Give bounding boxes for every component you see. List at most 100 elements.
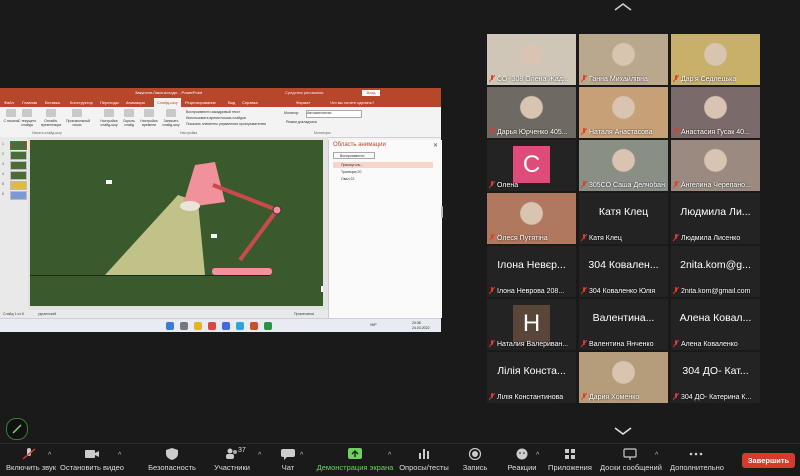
participant-tile[interactable]: Дар'я Седлецька — [671, 34, 760, 85]
presenter-view-checkbox[interactable]: Режим докладчика — [286, 120, 317, 124]
participant-tile[interactable]: 305СО Саша Делчобан — [579, 140, 668, 191]
ppt-tab-active[interactable]: Слайд-шоу — [154, 98, 181, 107]
play-start-icon[interactable] — [6, 109, 16, 117]
ppt-tab[interactable]: Вид — [228, 98, 235, 107]
page-down-arrow-icon[interactable] — [613, 426, 633, 436]
option-media-controls[interactable]: Показать элементы управления проигрывате… — [186, 122, 266, 126]
participant-tile[interactable]: 2nita.kom@g... 2nita.kom@gmail.com — [671, 246, 760, 297]
stop-video-button[interactable]: Остановить видео — [60, 448, 124, 472]
chevron-up-icon[interactable]: ^ — [118, 452, 121, 459]
chevron-up-icon[interactable]: ^ — [536, 452, 539, 459]
slide-thumb[interactable] — [10, 151, 27, 160]
share-screen-button[interactable]: Демонстрация экрана — [316, 448, 394, 472]
participant-tile[interactable]: Олеся Путятіна — [487, 193, 576, 244]
custom-show-button[interactable]: Произвольный показ — [66, 119, 90, 127]
slide-thumb[interactable] — [10, 161, 27, 170]
chevron-up-icon[interactable]: ^ — [388, 452, 391, 459]
custom-show-icon[interactable] — [72, 109, 82, 117]
close-icon[interactable]: ✕ — [433, 142, 438, 149]
online-icon[interactable] — [46, 109, 56, 117]
participant-tile[interactable]: H Наталия Валериван... — [487, 299, 576, 350]
polls-button[interactable]: Опросы/тесты — [398, 448, 450, 472]
from-current-button[interactable]: С текущего слайда — [16, 119, 38, 127]
slide-thumb[interactable] — [10, 171, 27, 180]
folder-icon[interactable] — [194, 322, 202, 330]
participants-button[interactable]: Участники — [212, 448, 252, 472]
chevron-up-icon[interactable]: ^ — [300, 452, 303, 459]
windows-start-icon[interactable] — [166, 322, 174, 330]
keyboard-language[interactable]: УКР — [370, 323, 377, 327]
powerpoint-icon[interactable] — [250, 322, 258, 330]
ppt-tab[interactable]: Анимация — [126, 98, 145, 107]
participant-tile[interactable]: Людмила Ли... Людмила Лисенко — [671, 193, 760, 244]
participant-tile[interactable]: Ангелина Черепано... — [671, 140, 760, 191]
participant-tile[interactable]: Лілія Конста... Лілія Константинова — [487, 352, 576, 403]
ppt-tab[interactable]: Переходы — [100, 98, 119, 107]
rehearse-icon[interactable] — [144, 109, 154, 117]
chevron-up-icon[interactable]: ^ — [258, 452, 261, 459]
chat-button[interactable]: Чат — [278, 448, 298, 472]
anim-play-button[interactable]: Воспроизвести — [333, 152, 375, 159]
unmute-button[interactable]: Включить звук — [6, 448, 56, 472]
apps-button[interactable]: Приложения — [548, 448, 592, 472]
play-current-icon[interactable] — [22, 109, 32, 117]
setup-icon[interactable] — [104, 109, 114, 117]
hide-slide-button[interactable]: Скрыть слайд — [118, 119, 140, 127]
participant-tile[interactable]: Анастасия Гусак 40... — [671, 87, 760, 138]
page-up-arrow-icon[interactable] — [613, 2, 633, 12]
participant-tile[interactable]: Наталя Анастасова — [579, 87, 668, 138]
participant-tile[interactable]: СО- 308 Олена Жад... — [487, 34, 576, 85]
chevron-up-icon[interactable]: ^ — [48, 452, 51, 459]
ppt-tab[interactable]: Конструктор — [70, 98, 93, 107]
ppt-tab[interactable]: Справка — [242, 98, 258, 107]
app-icon[interactable] — [264, 322, 272, 330]
browser-icon[interactable] — [236, 322, 244, 330]
slide-canvas[interactable] — [30, 140, 323, 306]
slide-thumb[interactable] — [10, 191, 27, 200]
notes-button[interactable]: Примечания — [294, 310, 314, 318]
ppt-tell-me[interactable]: Что вы хотите сделать? — [330, 98, 374, 107]
participant-tile[interactable]: Ілона Невєр... Ілона Неврова 208... — [487, 246, 576, 297]
participant-tile[interactable]: C Олена — [487, 140, 576, 191]
record-icon[interactable] — [166, 109, 176, 117]
anim-item[interactable]: Прямоуголь... — [333, 162, 433, 168]
ppt-tab[interactable]: Файл — [4, 98, 14, 107]
app-icon[interactable] — [208, 322, 216, 330]
ppt-tab[interactable]: Вставка — [45, 98, 60, 107]
security-button[interactable]: Безопасность — [148, 448, 196, 472]
participant-tile[interactable]: 304 Ковален... 304 Коваленко Юлія — [579, 246, 668, 297]
record-button[interactable]: Запись — [460, 448, 490, 472]
participant-tile[interactable]: Валентина... Валентина Янченко — [579, 299, 668, 350]
ppt-tab[interactable]: Главная — [22, 98, 37, 107]
edit-pencil-icon[interactable] — [6, 418, 28, 440]
participant-tile[interactable]: Дарья Юрченко 405... — [487, 87, 576, 138]
online-button[interactable]: Онлайн-презентация — [40, 119, 62, 127]
setup-button[interactable]: Настройка слайд-шоу — [98, 119, 120, 127]
anim-item[interactable]: Трапеция 20 — [333, 169, 433, 175]
option-timings[interactable]: Использовать время показа слайдов — [186, 116, 246, 120]
anim-item[interactable]: Овал 22 — [333, 176, 433, 182]
participant-tile[interactable]: Дария Хоменко — [579, 352, 668, 403]
split-view-divider[interactable] — [441, 206, 443, 218]
more-button[interactable]: Дополнительно — [670, 448, 724, 472]
monitor-select[interactable]: Автоматически — [306, 110, 362, 118]
ppt-tab[interactable]: Рецензирование — [185, 98, 216, 107]
slide-thumb[interactable] — [10, 181, 27, 190]
participant-tile[interactable]: Алена Ковал... Алена Коваленко — [671, 299, 760, 350]
slide-thumb[interactable] — [10, 141, 27, 150]
reactions-button[interactable]: Реакции — [506, 448, 538, 472]
participant-tile[interactable]: Катя Клец Катя Клец — [579, 193, 668, 244]
search-icon[interactable] — [180, 322, 188, 330]
app-icon[interactable] — [222, 322, 230, 330]
ppt-tab[interactable]: Формат — [296, 98, 310, 107]
whiteboard-button[interactable]: Доски сообщений — [600, 448, 662, 472]
record-slideshow-button[interactable]: Записать слайд-шоу — [160, 119, 182, 127]
rehearse-button[interactable]: Настройка времени — [138, 119, 160, 127]
hide-slide-icon[interactable] — [124, 109, 134, 117]
participant-tile[interactable]: 304 ДО- Кат... 304 ДО- Катерина К... — [671, 352, 760, 403]
participant-tile[interactable]: Ганна Михайлівна — [579, 34, 668, 85]
chevron-up-icon[interactable]: ^ — [655, 452, 658, 459]
option-narration[interactable]: Воспроизвести закадровый текст — [186, 110, 240, 114]
ppt-login-button[interactable]: Вход — [362, 90, 380, 96]
end-meeting-button[interactable]: Завершить — [742, 453, 795, 468]
